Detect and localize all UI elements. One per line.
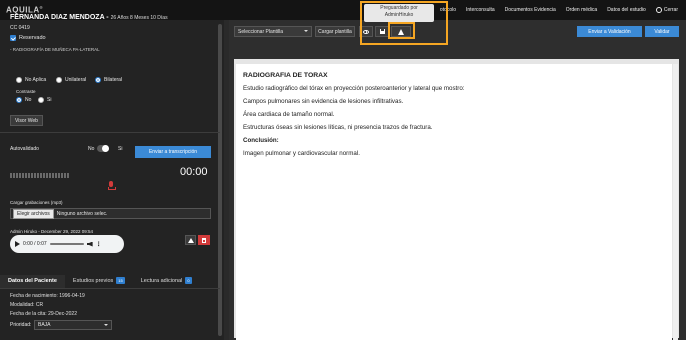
priority-label: Prioridad:	[10, 322, 32, 328]
send-validation-button[interactable]: Enviar a Validación	[577, 26, 642, 37]
radio-icon	[16, 77, 22, 83]
logout-button[interactable]: Cerrar	[655, 7, 678, 13]
laterality-bilateral[interactable]: Bilateral	[95, 77, 122, 83]
left-panel	[0, 20, 224, 340]
load-template-button[interactable]: Cargar plantilla	[315, 26, 355, 37]
nav-item-interconsulta[interactable]: Interconsulta	[466, 7, 495, 13]
top-nav: Le otocolo Interconsulta Documentos Evid…	[424, 0, 678, 20]
autovalidated-label: Autovalidado	[10, 146, 39, 152]
report-editor[interactable]: RADIOGRAFIA DE TORAX Estudio radiográfic…	[236, 64, 672, 340]
radio-icon	[56, 77, 62, 83]
report-line: Estudio radiográfico del tórax en proyec…	[243, 85, 465, 92]
tab-additional-reading[interactable]: Lectura adicional 0	[133, 274, 200, 288]
contrast-no[interactable]: No	[16, 97, 31, 103]
nav-item-orden-medica[interactable]: Orden médica	[566, 7, 597, 13]
contrast-si[interactable]: Si	[38, 97, 51, 103]
audio-player: 0:00 / 0:07 ⋮	[10, 235, 124, 253]
file-input[interactable]: Elegir archivos Ninguno archivo selec.	[10, 208, 211, 219]
left-scrollbar[interactable]	[218, 24, 222, 336]
chevron-down-icon	[104, 324, 108, 326]
upload-label: Cargar grabaciones (mp3)	[10, 200, 63, 205]
trash-icon	[202, 237, 206, 243]
count-badge: 0	[185, 277, 192, 284]
reserved-checkbox[interactable]: Reservado	[10, 35, 46, 41]
divider	[0, 132, 220, 133]
tab-patient-data[interactable]: Datos del Paciente	[0, 275, 65, 288]
radio-selected-icon	[16, 97, 22, 103]
nav-item-datos-estudio[interactable]: Datos del estudio	[607, 7, 646, 13]
report-line: Estructuras óseas sin lesiones líticas, …	[243, 124, 433, 131]
modality: Modalidad: CR	[10, 302, 44, 308]
patient-tabs: Datos del Paciente Estudios previos 15 Le…	[0, 271, 220, 289]
tab-previous-studies[interactable]: Estudios previos 15	[65, 274, 133, 288]
template-select[interactable]: Seleccionar Plantilla	[234, 26, 312, 37]
priority-select[interactable]: BAJA	[34, 320, 112, 330]
play-icon[interactable]	[15, 241, 20, 247]
radio-selected-icon	[95, 77, 101, 83]
tooltip: Preguardado por AdminHiruko	[364, 4, 434, 22]
toggle-si-label: Si	[118, 146, 123, 152]
validate-button[interactable]: Validar	[645, 26, 679, 37]
conclusion-text: Imagen pulmonar y cardiovascular normal.	[243, 150, 360, 157]
web-viewer-button[interactable]: Visor Web	[10, 115, 43, 126]
choose-file-button[interactable]: Elegir archivos	[13, 208, 54, 219]
study-name: - RADIOGRAFÍA DE MUÑECA PA-LATERAL	[10, 47, 100, 52]
patient-name: FERNANDA DIAZ MENDOZA - 26 Años 8 Meses …	[10, 14, 168, 21]
report-line: Campos pulmonares sin evidencia de lesio…	[243, 98, 404, 105]
audio-seek-bar[interactable]	[49, 243, 84, 245]
radio-icon	[38, 97, 44, 103]
patient-id: CC 0419	[10, 25, 30, 31]
report-line: Área cardiaca de tamaño normal.	[243, 111, 335, 118]
appointment-date: Fecha de la cita: 29-Dec-2022	[10, 311, 77, 317]
highlight-box-inner	[388, 22, 415, 39]
report-title: RADIOGRAFIA DE TORAX	[243, 72, 328, 79]
delete-audio-button[interactable]	[198, 235, 210, 245]
warning-icon	[187, 237, 194, 243]
autovalidated-toggle[interactable]	[97, 145, 109, 152]
microphone-icon[interactable]	[107, 181, 116, 190]
audio-time: 0:00 / 0:07	[23, 241, 47, 247]
toggle-no-label: No	[88, 146, 95, 152]
conclusion-label: Conclusión:	[243, 137, 279, 144]
more-options-icon[interactable]: ⋮	[96, 241, 102, 248]
laterality-unilateral[interactable]: Unilateral	[56, 77, 86, 83]
laterality-no-aplica[interactable]: No Aplica	[16, 77, 46, 83]
editor-scrollbar[interactable]	[673, 64, 678, 340]
send-transcription-button[interactable]: Enviar a transcripción	[135, 146, 211, 158]
checkbox-checked-icon	[10, 35, 16, 41]
count-badge: 15	[116, 277, 125, 284]
nav-item-documentos[interactable]: Documentos Evidencia	[505, 7, 556, 13]
chevron-down-icon	[304, 30, 308, 32]
warning-button[interactable]	[185, 235, 196, 245]
birth-date: Fecha de nacimiento: 1996-04-19	[10, 293, 85, 299]
power-icon	[655, 7, 662, 13]
audio-meta: Admin Hiruko - December 29, 2022 09:54	[10, 229, 94, 234]
contrast-label: Contraste	[16, 89, 36, 94]
volume-icon[interactable]	[86, 241, 93, 247]
no-file-text: Ninguno archivo selec.	[56, 210, 108, 217]
audio-waveform	[10, 173, 70, 178]
